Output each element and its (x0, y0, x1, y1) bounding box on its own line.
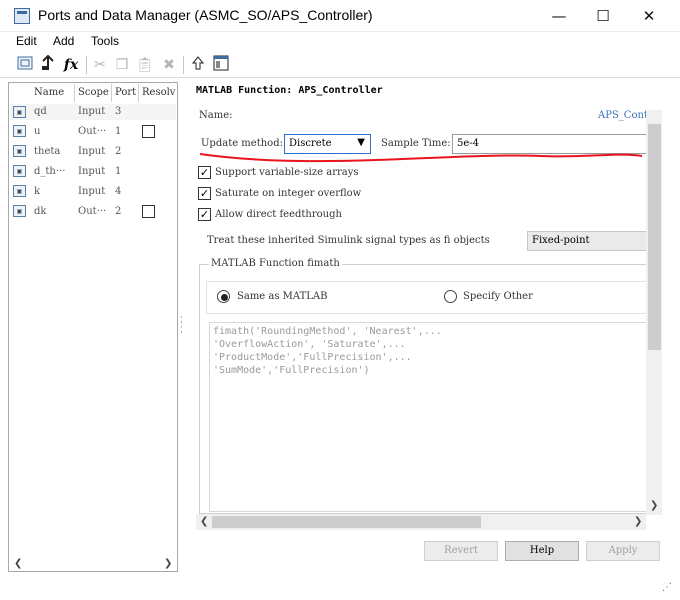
cut-icon[interactable]: ✂ (90, 55, 110, 75)
specify-other-label: Specify Other (463, 291, 533, 302)
copy-icon[interactable]: ❐ (112, 55, 132, 75)
row-port: 2 (115, 206, 122, 217)
same-as-matlab-label: Same as MATLAB (237, 291, 328, 302)
panel-splitter-handle[interactable]: · · · · (180, 314, 183, 338)
menu-edit[interactable]: Edit (16, 34, 37, 48)
revert-button[interactable]: Revert (424, 541, 498, 561)
column-header-name[interactable]: Name (34, 84, 64, 102)
row-name: k (34, 186, 41, 197)
row-scope: Input (78, 146, 106, 157)
data-port-icon: ▣ (13, 106, 26, 118)
inherit-fi-dropdown[interactable]: Fixed-point (527, 231, 648, 251)
name-link[interactable]: APS_Contr (598, 110, 648, 121)
resolve-checkbox[interactable] (142, 205, 155, 218)
scroll-left-icon[interactable]: ❮ (14, 558, 22, 569)
scroll-down-icon[interactable]: ❯ (650, 500, 658, 511)
help-button[interactable]: Help (505, 541, 579, 561)
column-divider (74, 84, 75, 102)
menu-tools[interactable]: Tools (91, 34, 119, 48)
data-port-icon: ▣ (13, 165, 26, 177)
row-name: u (34, 126, 41, 137)
row-port: 3 (115, 106, 122, 117)
panel-title: MATLAB Function: APS_Controller (196, 85, 383, 96)
chevron-down-icon: ▼ (357, 137, 365, 148)
inherit-fi-label: Treat these inherited Simulink signal ty… (207, 235, 490, 246)
model-explorer-icon[interactable] (211, 55, 231, 75)
saturate-overflow-label: Saturate on integer overflow (215, 188, 362, 199)
column-header-port[interactable]: Port (115, 84, 138, 102)
row-scope: Input (78, 166, 106, 177)
row-port: 4 (115, 186, 122, 197)
column-header-resolve[interactable]: Resolve (142, 84, 176, 102)
support-variable-size-checkbox[interactable]: ✓ (198, 166, 211, 179)
apply-button[interactable]: Apply (586, 541, 660, 561)
data-port-icon: ▣ (13, 125, 26, 137)
data-port-icon: ▣ (13, 185, 26, 197)
resize-grip-icon[interactable]: ⋰ (662, 582, 672, 593)
data-port-icon: ▣ (13, 205, 26, 217)
fimath-group-title: MATLAB Function fimath (209, 258, 342, 269)
row-name: dk (34, 206, 47, 217)
delete-icon[interactable]: ✖ (159, 55, 179, 75)
same-as-matlab-radio[interactable] (217, 290, 230, 303)
fimath-text-area[interactable]: fimath('RoundingMethod', 'Nearest',... '… (209, 322, 649, 512)
row-scope: Input (78, 186, 106, 197)
row-port: 1 (115, 166, 122, 177)
resolve-checkbox[interactable] (142, 125, 155, 138)
toolbar-separator (86, 56, 87, 74)
direct-feedthrough-label: Allow direct feedthrough (215, 209, 342, 220)
data-port-icon: ▣ (13, 145, 26, 157)
row-port: 2 (115, 146, 122, 157)
row-name: qd (34, 106, 47, 117)
row-scope: Out··· (78, 126, 107, 137)
go-to-parent-icon[interactable] (188, 55, 208, 75)
window-title: Ports and Data Manager (ASMC_SO/APS_Cont… (38, 7, 373, 23)
row-name: d_th··· (34, 166, 66, 177)
menu-add[interactable]: Add (53, 34, 74, 48)
saturate-overflow-checkbox[interactable]: ✓ (198, 187, 211, 200)
horizontal-scroll-thumb[interactable] (212, 516, 481, 528)
toolbar-separator (183, 56, 184, 74)
maximize-button[interactable]: ☐ (580, 0, 626, 32)
name-label: Name: (199, 110, 233, 121)
paste-icon[interactable]: 📋︎ (135, 55, 155, 75)
direct-feedthrough-checkbox[interactable]: ✓ (198, 208, 211, 221)
specify-other-radio[interactable] (444, 290, 457, 303)
scroll-left-icon[interactable]: ❮ (200, 516, 208, 527)
column-divider (138, 84, 139, 102)
add-data-icon[interactable] (38, 54, 58, 75)
column-divider (111, 84, 112, 102)
row-scope: Input (78, 106, 106, 117)
support-variable-size-label: Support variable-size arrays (215, 167, 359, 178)
fx-icon[interactable]: fx (61, 55, 81, 75)
minimize-button[interactable]: — (536, 0, 582, 32)
row-port: 1 (115, 126, 122, 137)
scroll-right-icon[interactable]: ❯ (634, 516, 642, 527)
scroll-right-icon[interactable]: ❯ (164, 558, 172, 569)
new-data-icon[interactable] (15, 55, 35, 75)
column-header-scope[interactable]: Scope (78, 84, 109, 102)
row-name: theta (34, 146, 61, 157)
vertical-scroll-thumb[interactable] (648, 124, 661, 350)
app-icon (14, 8, 30, 24)
close-button[interactable]: ✕ (626, 0, 672, 32)
red-underline-annotation (199, 153, 643, 163)
table-horizontal-scrollbar[interactable] (10, 557, 176, 571)
row-scope: Out··· (78, 206, 107, 217)
